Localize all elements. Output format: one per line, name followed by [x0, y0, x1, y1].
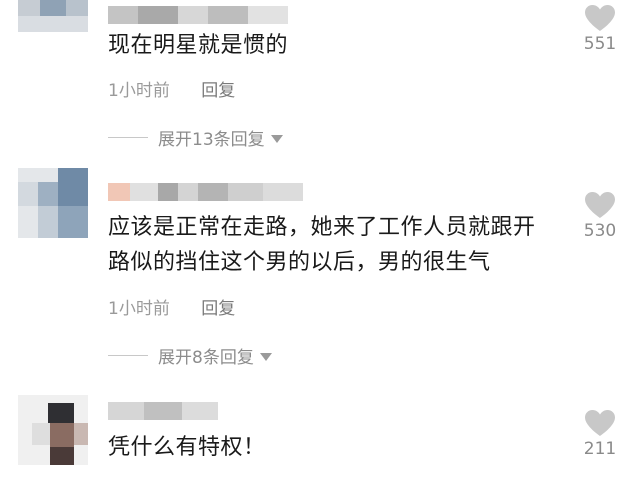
comment-text: 凭什么有特权！: [108, 435, 266, 460]
like-button[interactable]: 211: [576, 409, 624, 459]
heart-icon: [585, 192, 615, 218]
comment-text: 应该是正常在走路，她来了工作人员就跟开路似的挡住这个男的以后，男的很生气: [108, 215, 536, 275]
username-blurred[interactable]: [108, 402, 218, 420]
avatar[interactable]: [18, 0, 88, 32]
expand-replies-label: 展开13条回复: [158, 130, 265, 150]
divider-line: [108, 137, 148, 138]
like-count: 530: [583, 221, 617, 241]
divider-line: [108, 355, 148, 356]
heart-icon: [585, 410, 615, 436]
like-count: 551: [583, 34, 617, 54]
expand-replies-button[interactable]: 展开13条回复: [108, 125, 283, 150]
like-button[interactable]: 530: [576, 191, 624, 241]
reply-button[interactable]: 回复: [201, 299, 235, 319]
like-count: 211: [583, 439, 617, 459]
avatar[interactable]: [18, 168, 88, 238]
reply-button[interactable]: 回复: [201, 81, 235, 101]
like-button[interactable]: 551: [576, 4, 624, 54]
comment-text: 现在明星就是惯的: [108, 33, 289, 58]
comment-time: 1小时前: [108, 299, 170, 319]
heart-icon: [585, 5, 615, 31]
comment-time: 1小时前: [108, 81, 170, 101]
expand-replies-button[interactable]: 展开8条回复: [108, 343, 272, 368]
triangle-down-icon: [259, 352, 272, 361]
comment-meta: 1小时前 回复: [108, 76, 235, 101]
username-blurred[interactable]: [108, 6, 288, 24]
comment-meta: 1小时前 回复: [108, 294, 235, 319]
triangle-down-icon: [270, 134, 283, 143]
username-blurred[interactable]: [108, 183, 303, 201]
expand-replies-label: 展开8条回复: [158, 348, 254, 368]
avatar[interactable]: [18, 395, 88, 465]
